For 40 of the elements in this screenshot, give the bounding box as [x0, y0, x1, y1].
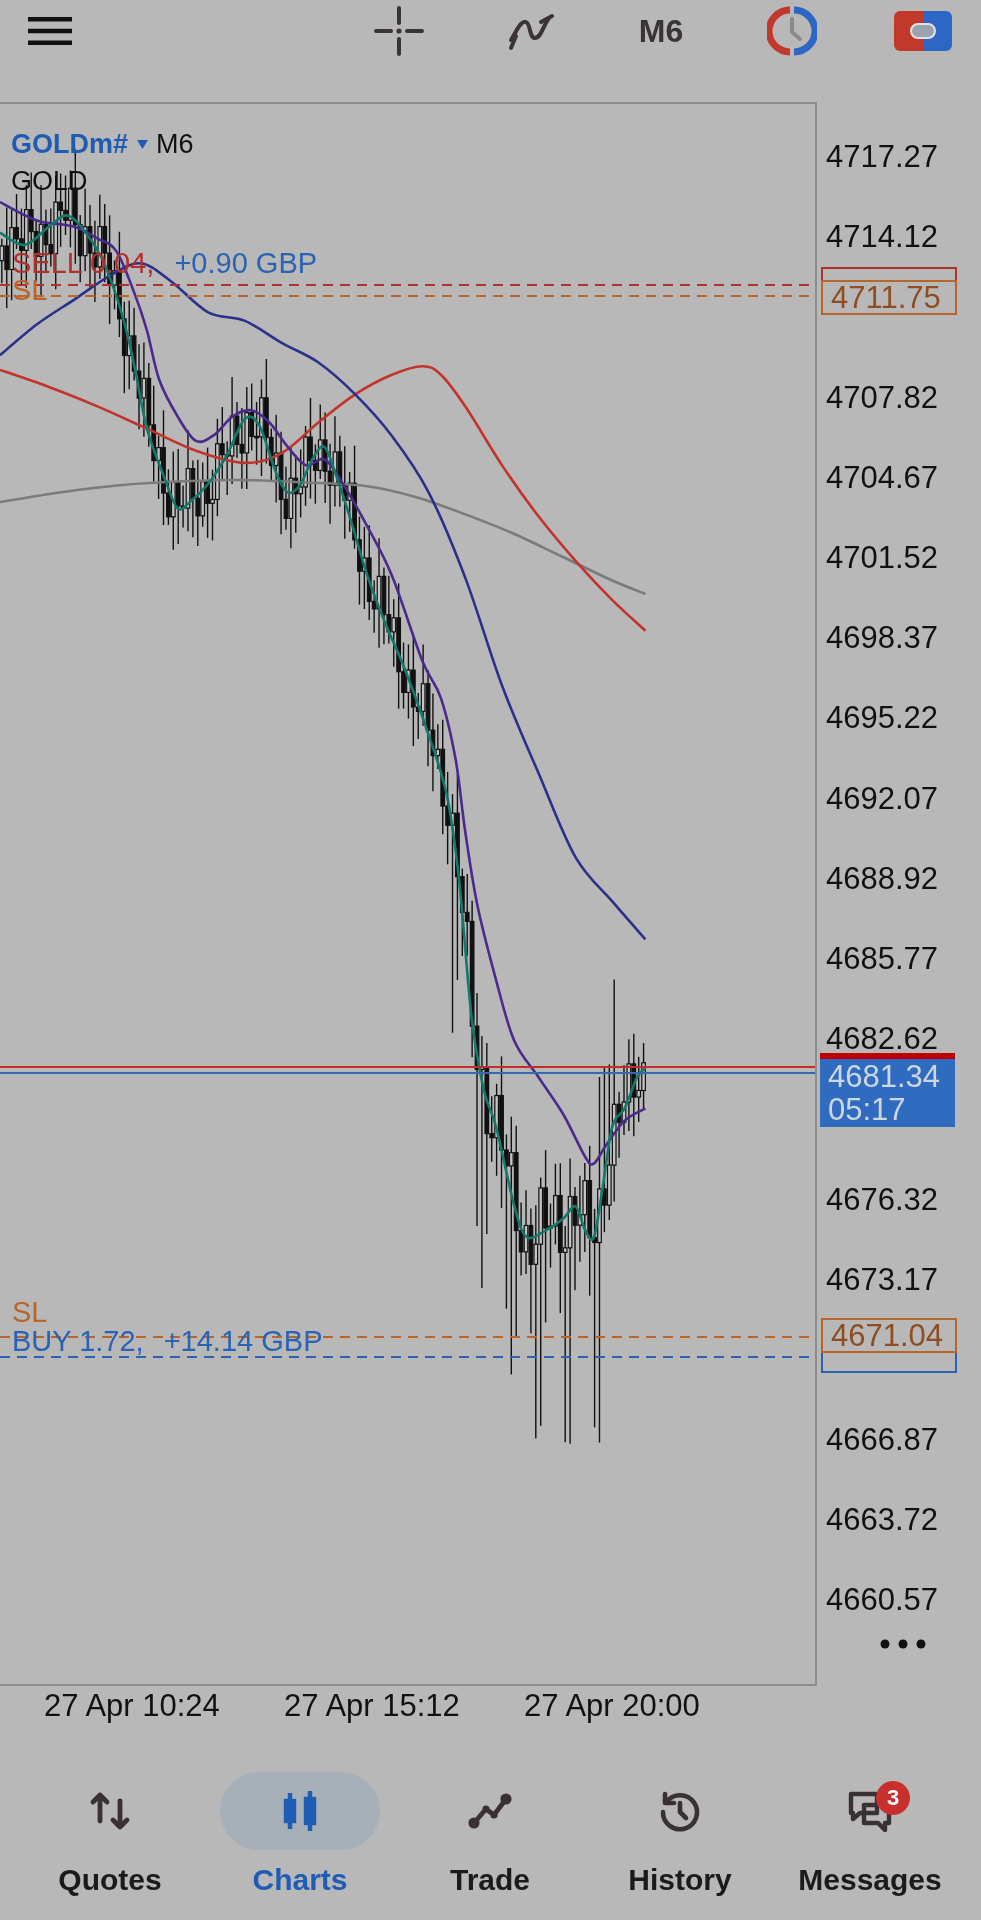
price-label: 4714.12: [826, 224, 939, 251]
price-label: 4692.07: [826, 785, 939, 812]
price-label: 4685.77: [826, 945, 939, 972]
nav-tab[interactable]: History: [585, 1772, 775, 1898]
nav-tab[interactable]: 3 Messages: [775, 1772, 965, 1898]
price-label: 4701.52: [826, 545, 939, 572]
price-label: 4704.67: [826, 464, 939, 491]
bar-countdown: 05:17: [828, 1093, 907, 1126]
time-label: 27 Apr 20:00: [524, 1688, 700, 1723]
price-label: 4698.37: [826, 625, 939, 652]
crosshair-icon[interactable]: [374, 6, 424, 56]
menu-icon[interactable]: [28, 17, 72, 45]
time-label: 27 Apr 15:12: [284, 1688, 460, 1723]
price-label: 4717.27: [826, 144, 939, 171]
timeframe-button[interactable]: M6: [638, 11, 684, 51]
price-label: 4660.57: [826, 1587, 939, 1614]
nav-tab[interactable]: Trade: [395, 1772, 585, 1898]
notification-badge: 3: [876, 1781, 910, 1815]
more-icon[interactable]: [880, 1638, 926, 1649]
price-label: 4676.32: [826, 1186, 939, 1213]
price-label: 4666.87: [826, 1427, 939, 1454]
caret-icon[interactable]: [137, 140, 149, 149]
price-label: 4663.72: [826, 1507, 939, 1534]
price-label: 4707.82: [826, 384, 939, 411]
price-label: 4688.92: [826, 865, 939, 892]
price-label: 4695.22: [826, 705, 939, 732]
chart-timeframe: M6: [156, 127, 194, 160]
time-label: 27 Apr 10:24: [44, 1688, 220, 1723]
price-label: 4673.17: [826, 1266, 939, 1293]
order-label: BUY 1.72,: [12, 1327, 144, 1355]
switch-icon[interactable]: [894, 11, 952, 51]
order-profit: +14.14 GBP: [163, 1327, 323, 1355]
stop-loss-price-tag: 4711.75: [821, 280, 957, 315]
nav-tab[interactable]: Quotes: [15, 1772, 205, 1898]
stop-loss-price-tag: 4671.04: [821, 1318, 957, 1353]
price-label: 4682.62: [826, 1026, 939, 1053]
stop-loss-label: SL: [12, 1298, 48, 1326]
order-profit: +0.90 GBP: [174, 249, 318, 277]
bid-price: 4681.34: [828, 1060, 942, 1093]
clock-icon[interactable]: [767, 6, 817, 56]
